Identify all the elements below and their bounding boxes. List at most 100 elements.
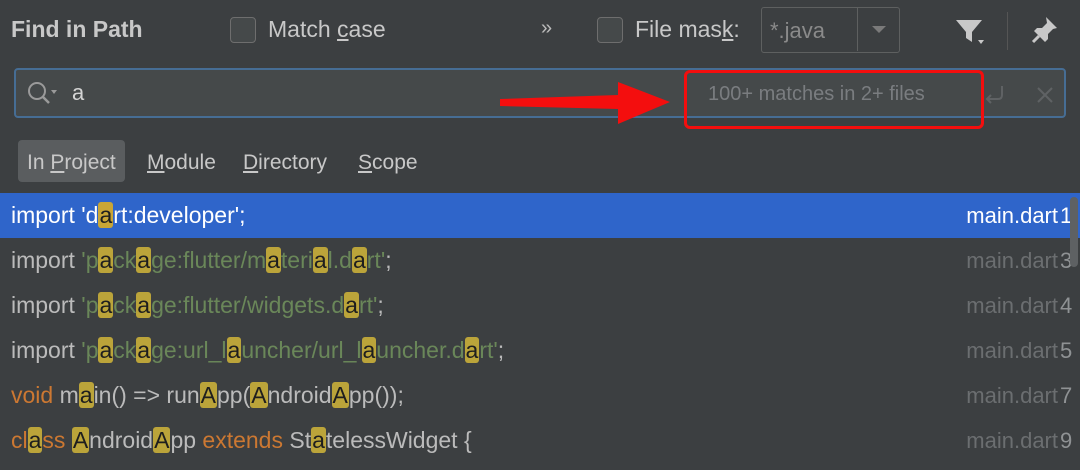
code-token: pp: [170, 427, 203, 453]
tab-module[interactable]: Module: [138, 140, 225, 182]
result-row[interactable]: import 'package:flutter/widgets.dart'; ma…: [0, 283, 1080, 328]
result-code-line: import 'package:flutter/widgets.dart';: [11, 292, 384, 319]
match-highlight: a: [98, 337, 114, 363]
tab-scope[interactable]: Scope: [349, 140, 427, 182]
chevron-down-icon[interactable]: [857, 8, 899, 51]
code-token: ck: [113, 292, 137, 318]
code-token: ge:url_l: [151, 337, 227, 363]
result-code-line: import 'package:url_launcher/url_launche…: [11, 337, 504, 364]
match-highlight: a: [351, 247, 367, 273]
match-highlight: a: [27, 427, 43, 453]
tab-in-project[interactable]: In Project: [18, 140, 125, 182]
result-row[interactable]: import 'dart:developer'; main.dart 1: [0, 193, 1080, 238]
code-token: telessWidget {: [325, 427, 472, 453]
code-token: St: [282, 427, 312, 453]
match-highlight: a: [98, 292, 114, 318]
result-code-line: import 'dart:developer';: [11, 202, 246, 229]
more-options-button[interactable]: »: [541, 17, 552, 40]
scrollbar-thumb[interactable]: [1070, 197, 1078, 267]
match-highlight: a: [136, 337, 152, 363]
match-highlight: a: [344, 292, 359, 318]
search-input[interactable]: a: [72, 80, 84, 106]
results-list: import 'dart:developer'; main.dart 1 import…: [0, 193, 1080, 470]
result-row[interactable]: import 'package:url_launcher/url_launche…: [0, 328, 1080, 373]
match-highlight: A: [71, 427, 90, 453]
result-code-line: void main() => runApp(AndroidApp());: [11, 382, 404, 409]
pin-icon[interactable]: [1030, 14, 1060, 51]
annotation-highlight-box: [684, 70, 984, 129]
code-token: ndroid: [89, 427, 154, 453]
match-highlight: A: [331, 382, 349, 408]
match-highlight: a: [136, 292, 152, 318]
file-mask-checkbox[interactable]: [597, 17, 623, 43]
close-icon[interactable]: [1032, 82, 1058, 113]
code-token: pp(: [217, 382, 251, 408]
file-mask-label[interactable]: File mask:: [635, 16, 740, 43]
code-token: 'p: [81, 247, 99, 273]
code-token: rt': [366, 247, 386, 273]
result-row[interactable]: import 'package:flutter/material.dart'; m…: [0, 238, 1080, 283]
code-token: void: [11, 382, 54, 408]
code-token: ck: [113, 247, 137, 273]
result-file-name: main.dart: [966, 383, 1058, 408]
match-highlight: a: [311, 427, 326, 453]
code-token: ;: [377, 292, 384, 318]
enter-icon[interactable]: [982, 82, 1008, 113]
match-highlight: a: [78, 382, 94, 408]
match-highlight: a: [98, 202, 114, 228]
tab-directory[interactable]: Directory: [234, 140, 336, 182]
match-highlight: a: [266, 247, 281, 273]
code-token: ss: [42, 427, 66, 453]
code-token: ge:flutter/m: [151, 247, 267, 273]
result-row[interactable]: void main() => runApp(AndroidApp()); main…: [0, 373, 1080, 418]
code-token: extends: [202, 427, 283, 453]
result-code-line: import 'package:flutter/material.dart';: [11, 247, 392, 274]
results-scrollbar[interactable]: [1069, 193, 1079, 470]
code-token: m: [53, 382, 79, 408]
match-highlight: a: [312, 247, 328, 273]
result-file-name: main.dart: [966, 428, 1058, 453]
header-divider: [1007, 12, 1008, 50]
code-token: import: [11, 247, 82, 273]
result-file-name: main.dart: [966, 293, 1058, 318]
match-highlight: a: [136, 247, 152, 273]
code-token: l.d: [327, 247, 352, 273]
code-token: teri: [280, 247, 313, 273]
annotation-arrow: [498, 78, 678, 133]
result-file-name: main.dart: [966, 248, 1058, 273]
match-highlight: a: [98, 247, 114, 273]
code-token: 'p: [81, 292, 99, 318]
code-token: uncher.d: [376, 337, 465, 363]
result-file-name: main.dart: [966, 338, 1058, 363]
file-mask-value[interactable]: *.java: [770, 18, 825, 44]
code-token: ge:flutter/widgets.d: [151, 292, 345, 318]
result-file-name: main.dart: [966, 203, 1058, 228]
match-highlight: a: [361, 337, 377, 363]
dialog-title: Find in Path: [11, 16, 143, 42]
match-highlight: A: [153, 427, 171, 453]
code-token: import 'd: [11, 202, 99, 228]
find-header: Find in Path Match case » File mask: *.j…: [0, 0, 1080, 62]
code-token: rt': [358, 292, 378, 318]
code-token: 'p: [81, 337, 99, 363]
code-token: uncher/url_l: [241, 337, 362, 363]
result-code-line: class AndroidApp extends StatelessWidget…: [11, 427, 472, 454]
code-token: import: [11, 337, 82, 363]
filter-icon[interactable]: [954, 16, 988, 53]
search-icon[interactable]: [26, 80, 62, 113]
code-token: rt:developer';: [113, 202, 246, 228]
code-token: ;: [497, 337, 505, 363]
code-token: ndroid: [267, 382, 332, 408]
code-token: rt': [479, 337, 498, 363]
match-highlight: A: [250, 382, 268, 408]
code-token: ck: [113, 337, 137, 363]
match-highlight: a: [464, 337, 480, 363]
match-case-label[interactable]: Match case: [268, 16, 386, 43]
result-row[interactable]: class AndroidApp extends StatelessWidget…: [0, 418, 1080, 463]
match-case-checkbox[interactable]: [230, 17, 256, 43]
code-token: pp());: [348, 382, 404, 408]
file-mask-combo[interactable]: *.java: [761, 7, 900, 53]
code-token: in() => run: [93, 382, 200, 408]
code-token: cl: [11, 427, 28, 453]
